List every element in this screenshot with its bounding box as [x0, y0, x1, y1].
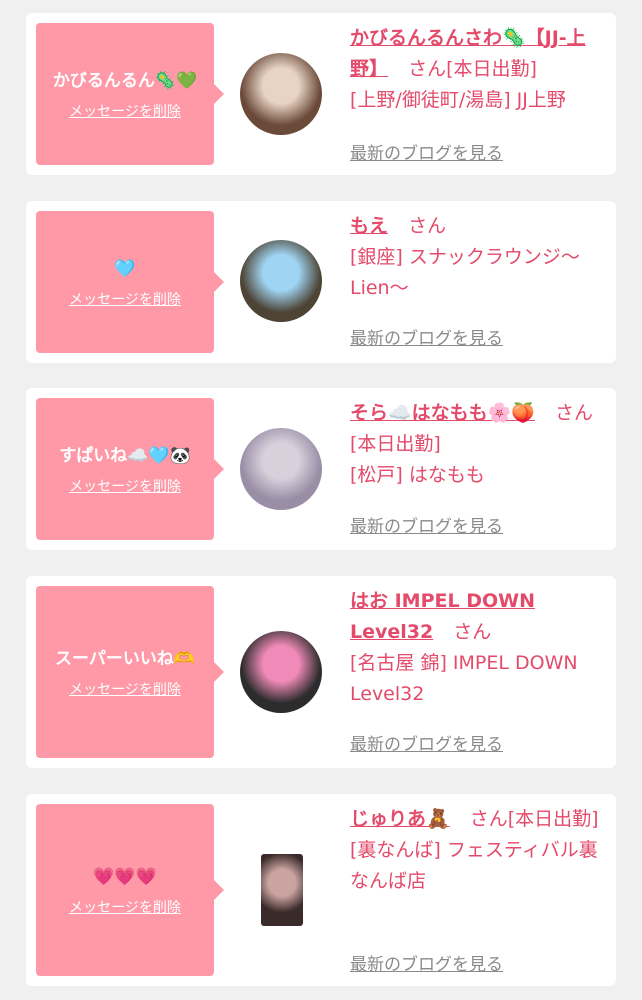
delete-message-link[interactable]: メッセージを削除	[69, 289, 181, 309]
message-comment: 💗💗💗	[93, 866, 157, 887]
san-suffix: さん	[469, 808, 508, 830]
message-bubble: 💗💗💗 メッセージを削除	[36, 804, 224, 976]
shop-text: [名古屋 錦] IMPEL DOWN Level32	[350, 652, 578, 705]
shop-text: [銀座] スナックラウンジ〜Lien〜	[350, 246, 580, 299]
profile-name-link[interactable]: もえ	[350, 215, 388, 237]
message-bubble: すぱいね☁️🩵🐼 メッセージを削除	[36, 398, 224, 540]
latest-blog-link[interactable]: 最新のブログを見る	[350, 730, 503, 755]
shop-text: [上野/御徒町/湯島] JJ上野	[350, 89, 566, 111]
avatar[interactable]	[240, 53, 322, 135]
shop-text: [松戸] はなもも	[350, 464, 485, 486]
status-text: [本日出勤]	[446, 58, 537, 80]
san-suffix: さん	[408, 215, 447, 237]
delete-message-link[interactable]: メッセージを削除	[69, 897, 181, 917]
message-comment: スーパーいいね🫶	[55, 648, 195, 669]
delete-message-link[interactable]: メッセージを削除	[69, 476, 181, 496]
latest-blog-link[interactable]: 最新のブログを見る	[350, 950, 503, 975]
message-card: スーパーいいね🫶 メッセージを削除 はお IMPEL DOWN Level32 …	[26, 576, 616, 768]
san-suffix: さん	[453, 621, 492, 643]
avatar[interactable]	[261, 854, 303, 926]
shop-text: [裏なんば] フェスティバル裏なんば店	[350, 839, 598, 892]
latest-blog-link[interactable]: 最新のブログを見る	[350, 512, 503, 537]
message-bubble: かびるんるん🦠💚 メッセージを削除	[36, 23, 224, 165]
message-card: かびるんるん🦠💚 メッセージを削除 かびるんるんさわ🦠【JJ-上野】 さん[本日…	[26, 13, 616, 175]
san-suffix: さん	[555, 402, 594, 424]
message-card: すぱいね☁️🩵🐼 メッセージを削除 そら☁️はなもも🌸🍑 さん [本日出勤] [松…	[26, 388, 616, 550]
profile-info: じゅりあ🧸 さん[本日出勤] [裏なんば] フェスティバル裏なんば店	[350, 804, 602, 897]
profile-info: かびるんるんさわ🦠【JJ-上野】 さん[本日出勤] [上野/御徒町/湯島] JJ…	[350, 23, 602, 116]
profile-name-link[interactable]: はお IMPEL DOWN Level32	[350, 590, 535, 643]
message-comment: すぱいね☁️🩵🐼	[59, 445, 191, 466]
profile-name-link[interactable]: そら☁️はなもも🌸🍑	[350, 402, 535, 424]
avatar[interactable]	[240, 631, 322, 713]
message-bubble: 🩵 メッセージを削除	[36, 211, 224, 353]
latest-blog-link[interactable]: 最新のブログを見る	[350, 139, 503, 164]
message-comment: 🩵	[114, 258, 136, 279]
delete-message-link[interactable]: メッセージを削除	[69, 101, 181, 121]
message-comment: かびるんるん🦠💚	[52, 70, 198, 91]
profile-info: もえ さん [銀座] スナックラウンジ〜Lien〜	[350, 211, 602, 304]
avatar[interactable]	[240, 240, 322, 322]
san-suffix: さん	[408, 58, 447, 80]
avatar[interactable]	[240, 428, 322, 510]
profile-info: そら☁️はなもも🌸🍑 さん [本日出勤] [松戸] はなもも	[350, 398, 602, 491]
message-list: かびるんるん🦠💚 メッセージを削除 かびるんるんさわ🦠【JJ-上野】 さん[本日…	[0, 0, 642, 1000]
status-text: [本日出勤]	[507, 808, 599, 830]
delete-message-link[interactable]: メッセージを削除	[69, 679, 181, 699]
message-card: 💗💗💗 メッセージを削除 じゅりあ🧸 さん[本日出勤] [裏なんば] フェスティ…	[26, 794, 616, 986]
latest-blog-link[interactable]: 最新のブログを見る	[350, 324, 503, 349]
profile-info: はお IMPEL DOWN Level32 さん [名古屋 錦] IMPEL D…	[350, 586, 602, 710]
message-card: 🩵 メッセージを削除 もえ さん [銀座] スナックラウンジ〜Lien〜 最新の…	[26, 201, 616, 363]
status-text: [本日出勤]	[350, 433, 441, 455]
message-bubble: スーパーいいね🫶 メッセージを削除	[36, 586, 224, 758]
profile-name-link[interactable]: じゅりあ🧸	[350, 808, 450, 830]
